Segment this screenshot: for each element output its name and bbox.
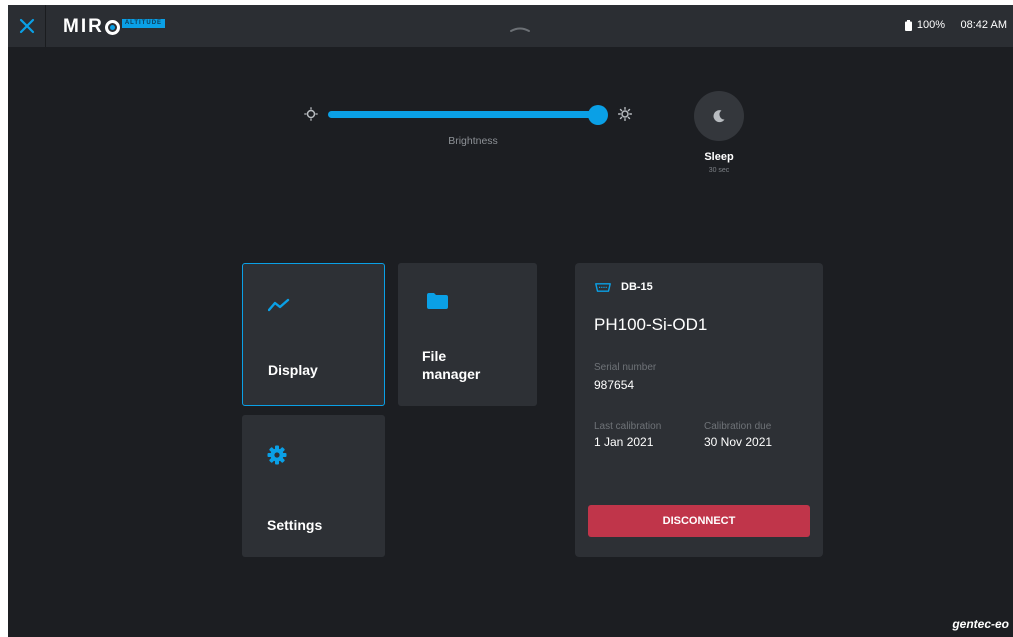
last-calibration-value: 1 Jan 2021 (594, 435, 654, 449)
device-model: PH100-Si-OD1 (594, 315, 708, 334)
gear-icon (267, 445, 287, 465)
app-screen: MIR ALTITUDE 100% 08:42 AM Brightness Sl… (8, 5, 1013, 637)
connector-row: DB-15 (595, 281, 653, 293)
sleep-button[interactable] (694, 91, 744, 141)
top-bar: MIR ALTITUDE 100% 08:42 AM (8, 5, 1013, 47)
chevron-up-icon (510, 27, 530, 32)
brightness-label: Brightness (448, 135, 498, 147)
close-icon (19, 18, 34, 34)
line-chart-icon (268, 298, 290, 312)
brightness-slider-thumb[interactable] (587, 105, 608, 125)
miro-logo: MIR ALTITUDE (63, 16, 166, 38)
logo-ring-icon (104, 19, 120, 35)
settings-tile[interactable]: Settings (242, 415, 385, 557)
gentec-eo-logo: gentec-eo (952, 617, 1009, 631)
logo-badge: ALTITUDE (121, 18, 166, 28)
file-manager-tile-label: File manager (422, 348, 481, 382)
folder-icon (427, 293, 448, 309)
serial-number-label: Serial number (594, 362, 657, 373)
db15-connector-icon (595, 282, 611, 292)
brightness-low-icon (304, 107, 318, 121)
brightness-slider[interactable] (328, 111, 606, 118)
pull-down-handle[interactable] (508, 21, 532, 32)
device-card: DB-15 PH100-Si-OD1 Serial number 987654 … (575, 263, 823, 557)
serial-number-value: 987654 (594, 378, 635, 392)
file-manager-tile[interactable]: File manager (398, 263, 537, 406)
calibration-due-value: 30 Nov 2021 (704, 435, 773, 449)
brightness-control (304, 104, 634, 126)
connector-label: DB-15 (621, 281, 653, 293)
last-calibration-label: Last calibration (594, 421, 662, 432)
battery-icon (904, 19, 912, 31)
sleep-label: Sleep (704, 151, 734, 163)
close-button[interactable] (8, 5, 46, 47)
disconnect-button[interactable]: DISCONNECT (588, 505, 810, 537)
battery-percent: 100% (916, 19, 945, 31)
display-tile-label: Display (268, 362, 318, 378)
settings-tile-label: Settings (267, 517, 323, 533)
clock: 08:42 AM (960, 19, 1007, 31)
sleep-timeout: 30 sec (708, 167, 730, 174)
battery-status: 100% (904, 19, 945, 31)
calibration-due-label: Calibration due (704, 421, 772, 432)
display-tile[interactable]: Display (242, 263, 385, 406)
brightness-high-icon (618, 107, 632, 121)
moon-icon (713, 110, 725, 123)
